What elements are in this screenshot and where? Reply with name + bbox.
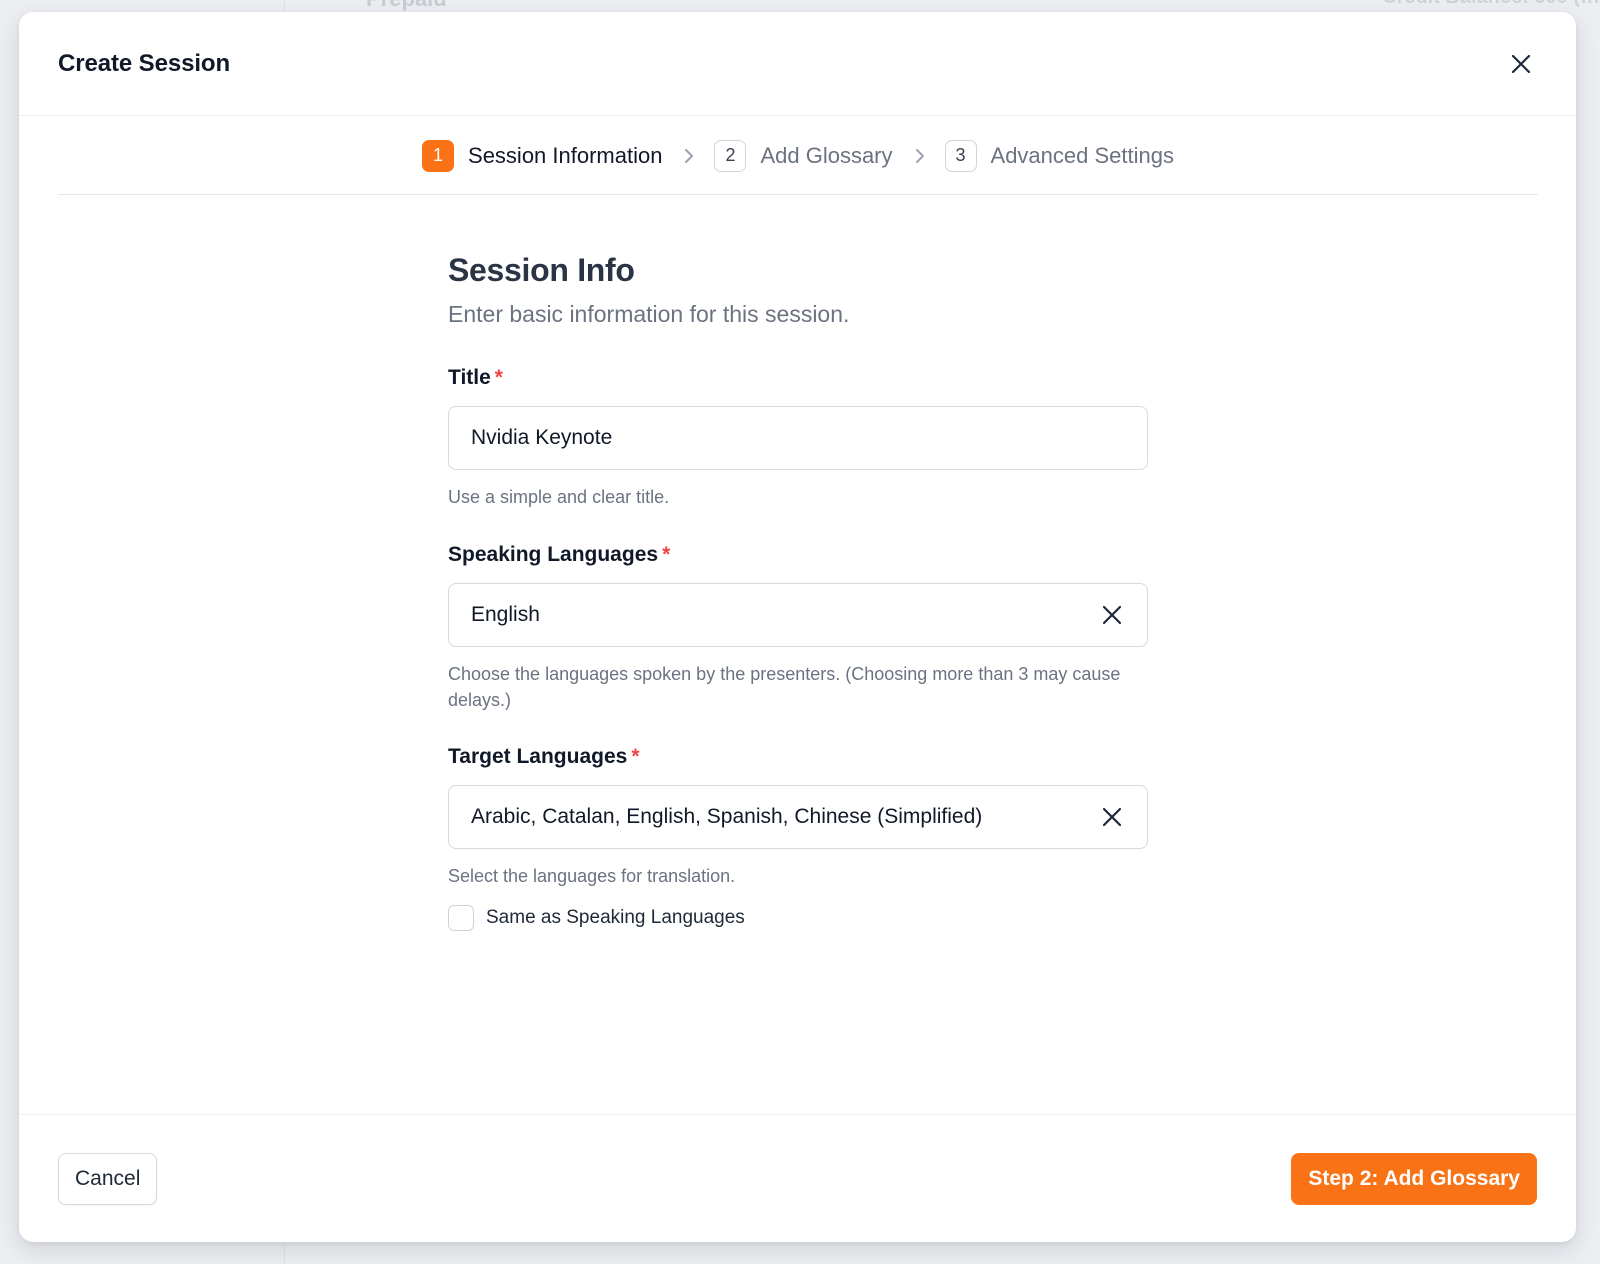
next-step-button[interactable]: Step 2: Add Glossary [1291,1152,1537,1205]
section-subtitle: Enter basic information for this session… [448,301,850,327]
target-languages-label: Target Languages * [448,745,1148,769]
chevron-right-icon [682,147,696,165]
step-number-badge: 2 [714,139,747,172]
speaking-languages-select[interactable]: English [448,583,1148,647]
session-info-form: Session Info Enter basic information for… [448,252,1148,931]
required-asterisk: * [631,745,640,768]
title-help-text: Use a simple and clear title. [448,487,670,507]
speaking-languages-label: Speaking Languages * [448,543,1148,567]
same-as-speaking-checkbox[interactable] [448,905,474,931]
step-label: Session Information [468,142,663,168]
modal-header: Create Session [19,12,1576,116]
speaking-languages-value: English [471,603,540,626]
title-input[interactable]: Nvidia Keynote [448,406,1148,470]
target-languages-select[interactable]: Arabic, Catalan, English, Spanish, Chine… [448,785,1148,849]
background-plan-label: Prepaid [366,0,447,12]
clear-x-icon [1102,605,1122,625]
step-label: Advanced Settings [990,142,1174,168]
title-field-label: Title * [448,366,1148,390]
same-as-speaking-checkbox-row[interactable]: Same as Speaking Languages [448,905,1148,931]
close-button[interactable] [1505,48,1537,80]
cancel-button[interactable]: Cancel [58,1152,158,1205]
create-session-modal: Create Session 1 Session Information 2 A… [19,12,1576,1242]
modal-footer: Cancel Step 2: Add Glossary [19,1114,1576,1242]
speaking-help-text: Choose the languages spoken by the prese… [448,664,1121,710]
clear-x-icon [1102,807,1122,827]
stepper: 1 Session Information 2 Add Glossary 3 A… [58,117,1538,195]
target-languages-clear-button[interactable] [1097,802,1127,832]
step-add-glossary[interactable]: 2 Add Glossary [714,139,893,172]
target-help-text: Select the languages for translation. [448,866,736,886]
required-asterisk: * [494,366,503,389]
step-advanced-settings[interactable]: 3 Advanced Settings [944,139,1174,172]
target-label-text: Target Languages [448,745,628,768]
modal-title: Create Session [58,49,231,77]
speaking-label-text: Speaking Languages [448,543,659,566]
background-credit-balance: Credit Balance: 500 (… [1382,0,1600,9]
chevron-right-icon [913,147,927,165]
title-input-value: Nvidia Keynote [471,426,613,449]
step-label: Add Glossary [760,142,893,168]
checkbox-label: Same as Speaking Languages [486,907,745,928]
speaking-languages-clear-button[interactable] [1097,600,1127,630]
step-number-badge: 3 [944,139,977,172]
close-icon [1511,54,1531,73]
step-number-badge: 1 [422,139,455,172]
step-session-information[interactable]: 1 Session Information [422,139,663,172]
target-languages-value: Arabic, Catalan, English, Spanish, Chine… [471,805,983,828]
section-title: Session Info [448,252,635,288]
required-asterisk: * [662,543,671,566]
title-label-text: Title [448,366,491,389]
